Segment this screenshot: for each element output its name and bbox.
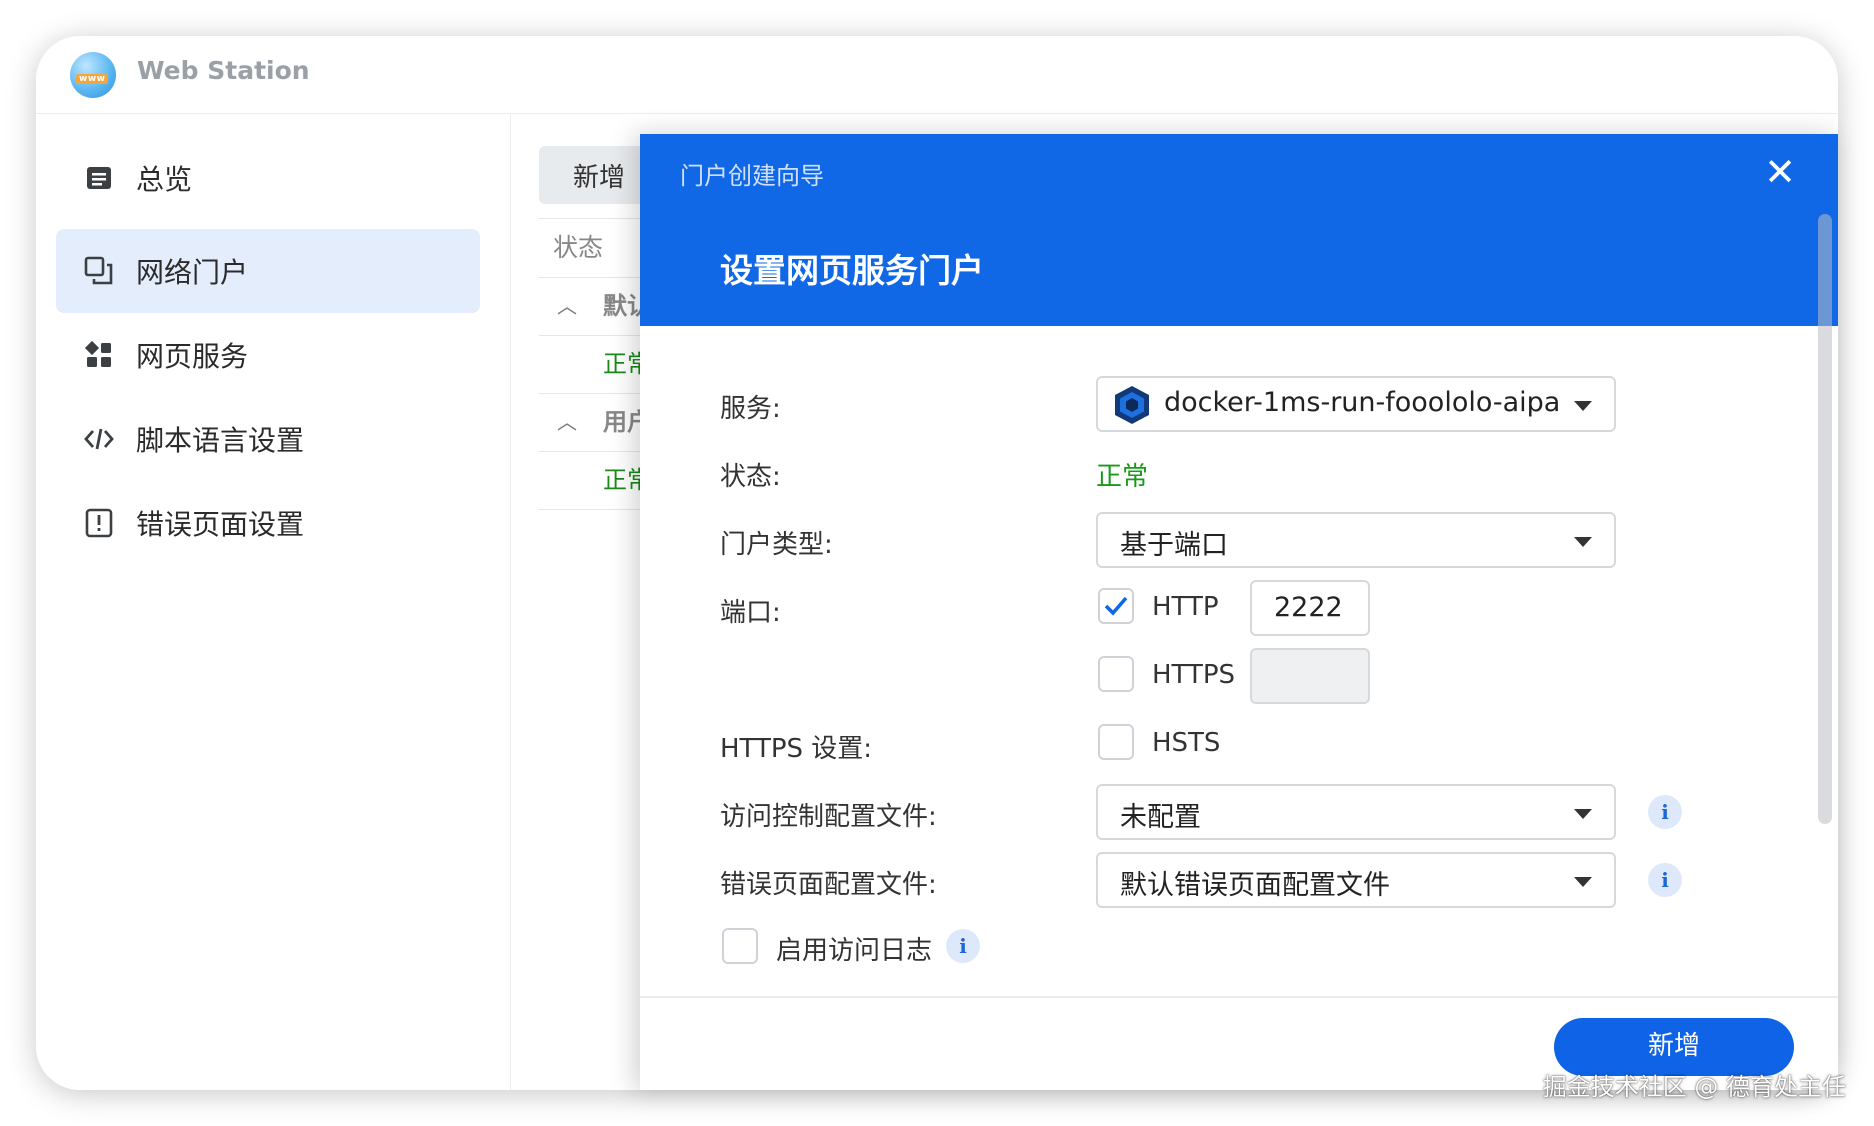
info-icon[interactable]: i — [946, 929, 980, 963]
checkmark-icon — [1104, 596, 1128, 616]
web-service-icon — [84, 340, 111, 367]
overview-icon — [87, 167, 111, 189]
http-checkbox[interactable] — [1098, 588, 1134, 624]
container-service-icon — [1115, 386, 1149, 424]
error-profile-select[interactable]: 默认错误页面配置文件 — [1096, 852, 1616, 908]
sidebar-item-label: 网络门户 — [136, 256, 249, 289]
wizard-header: 门户创建向导 ✕ 设置网页服务门户 — [640, 134, 1838, 326]
access-profile-label: 访问控制配置文件: — [720, 802, 937, 832]
code-icon — [84, 428, 114, 450]
chevron-down-icon — [1574, 809, 1592, 819]
chevron-down-icon — [1574, 401, 1592, 411]
wizard-title: 门户创建向导 — [680, 162, 824, 190]
footer-divider — [640, 996, 1838, 998]
https-checkbox[interactable] — [1098, 656, 1134, 692]
error-profile-label: 错误页面配置文件: — [720, 870, 937, 900]
info-icon[interactable]: i — [1648, 863, 1682, 897]
hsts-label: HSTS — [1152, 728, 1221, 758]
access-profile-value: 未配置 — [1120, 802, 1201, 833]
info-icon[interactable]: i — [1648, 795, 1682, 829]
chevron-up-icon[interactable]: ︿ — [557, 394, 577, 450]
web-station-logo-icon: www — [70, 52, 116, 98]
web-portal-icon — [84, 256, 113, 285]
service-label: 服务: — [720, 394, 781, 424]
https-port-input[interactable] — [1250, 648, 1370, 704]
error-profile-value: 默认错误页面配置文件 — [1120, 870, 1390, 901]
http-label: HTTP — [1152, 592, 1219, 622]
http-port-input[interactable]: 2222 — [1250, 580, 1370, 636]
chevron-up-icon[interactable]: ︿ — [557, 278, 577, 334]
sidebar-item-overview[interactable]: 总览 — [56, 136, 480, 220]
scrollbar[interactable] — [1818, 214, 1832, 824]
close-icon[interactable]: ✕ — [1762, 152, 1798, 192]
access-log-label: 启用访问日志 — [776, 936, 933, 966]
service-select[interactable]: docker-1ms-run-fooololo-aipa — [1096, 376, 1616, 432]
sidebar-item-label: 错误页面设置 — [136, 508, 305, 541]
status-value: 正常 — [1096, 462, 1149, 492]
portal-type-select[interactable]: 基于端口 — [1096, 512, 1616, 568]
status-label: 状态: — [720, 462, 781, 492]
service-value: docker-1ms-run-fooololo-aipa — [1164, 387, 1561, 418]
https-settings-label: HTTPS 设置: — [720, 734, 873, 764]
portal-type-label: 门户类型: — [720, 530, 833, 560]
sidebar-item-web-service[interactable]: 网页服务 — [56, 313, 480, 397]
sidebar-item-label: 总览 — [136, 163, 193, 196]
https-label: HTTPS — [1152, 660, 1236, 690]
portal-type-value: 基于端口 — [1120, 530, 1228, 561]
sidebar: 总览 网络门户 网页服务 脚本语言设置 错误页面设置 — [36, 114, 511, 1090]
error-page-icon — [85, 508, 113, 538]
access-profile-select[interactable]: 未配置 — [1096, 784, 1616, 840]
app-title: Web Station — [137, 56, 310, 85]
watermark: 掘金技术社区 @ 德育处主任 — [1542, 1073, 1846, 1101]
sidebar-item-error-page[interactable]: 错误页面设置 — [56, 481, 480, 565]
sidebar-item-script-language[interactable]: 脚本语言设置 — [56, 397, 480, 481]
access-log-checkbox[interactable] — [722, 928, 758, 964]
logo-text: www — [76, 74, 109, 84]
title-bar: www Web Station — [36, 36, 1838, 114]
sidebar-item-label: 网页服务 — [136, 340, 249, 373]
sidebar-item-label: 脚本语言设置 — [136, 424, 305, 457]
chevron-down-icon — [1574, 537, 1592, 547]
port-label: 端口: — [720, 598, 781, 628]
portal-wizard-dialog: 门户创建向导 ✕ 设置网页服务门户 服务: docker-1ms-run-foo… — [640, 134, 1838, 1090]
hsts-checkbox[interactable] — [1098, 724, 1134, 760]
chevron-down-icon — [1574, 877, 1592, 887]
sidebar-item-web-portal[interactable]: 网络门户 — [56, 229, 480, 313]
step-title: 设置网页服务门户 — [720, 251, 984, 290]
